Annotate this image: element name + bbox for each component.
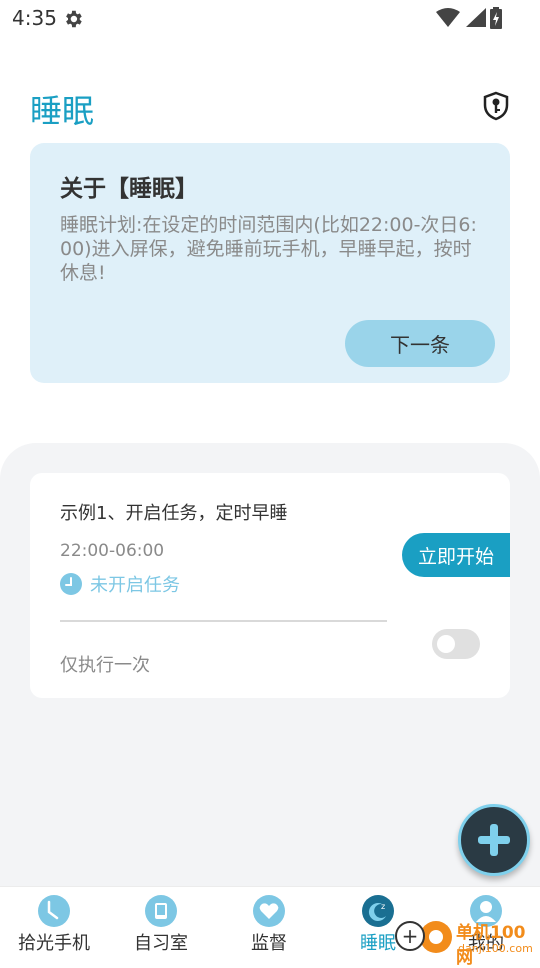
wifi-icon bbox=[436, 8, 460, 27]
task-title: 示例1、开启任务，定时早睡 bbox=[60, 503, 288, 524]
heart-icon bbox=[253, 895, 285, 927]
start-now-button[interactable]: 立即开始 bbox=[402, 533, 510, 577]
info-card: 关于【睡眠】 睡眠计划:在设定的时间范围内(比如22:00-次日6:00)进入屏… bbox=[30, 143, 510, 383]
shield-key-icon[interactable] bbox=[482, 91, 510, 121]
nav-item-supervise[interactable]: 监督 bbox=[215, 887, 323, 961]
clock-icon bbox=[60, 573, 82, 595]
info-card-description: 睡眠计划:在设定的时间范围内(比如22:00-次日6:00)进入屏保，避免睡前玩… bbox=[60, 214, 477, 284]
info-card-title: 关于【睡眠】 bbox=[60, 176, 198, 202]
task-time-range: 22:00-06:00 bbox=[60, 541, 165, 561]
status-time: 4:35 bbox=[12, 6, 57, 30]
plus-icon bbox=[478, 824, 510, 856]
watermark-plus-icon: + bbox=[395, 921, 425, 951]
nav-item-study-room[interactable]: 自习室 bbox=[107, 887, 215, 961]
task-card[interactable]: 示例1、开启任务，定时早睡 22:00-06:00 未开启任务 立即开始 仅执行… bbox=[30, 473, 510, 698]
nav-item-phone[interactable]: 拾光手机 bbox=[0, 887, 108, 961]
signal-icon bbox=[466, 8, 486, 27]
clock-icon bbox=[38, 895, 70, 927]
svg-text:z: z bbox=[381, 902, 385, 911]
task-repeat: 仅执行一次 bbox=[60, 655, 150, 676]
book-icon bbox=[145, 895, 177, 927]
status-bar: 4:35 bbox=[0, 0, 540, 36]
nav-label: 监督 bbox=[251, 933, 287, 954]
task-status: 未开启任务 bbox=[60, 571, 180, 597]
moon-icon: z bbox=[362, 895, 394, 927]
nav-label: 拾光手机 bbox=[18, 933, 90, 954]
next-tip-button[interactable]: 下一条 bbox=[345, 320, 495, 367]
battery-icon bbox=[490, 7, 502, 29]
add-task-button[interactable] bbox=[458, 804, 530, 876]
watermark-url: danji100.com bbox=[458, 942, 533, 955]
task-status-text: 未开启任务 bbox=[90, 575, 180, 596]
nav-label: 自习室 bbox=[134, 933, 188, 954]
task-toggle[interactable] bbox=[432, 629, 480, 659]
gear-icon bbox=[66, 10, 82, 28]
page-title: 睡眠 bbox=[30, 92, 95, 130]
divider bbox=[60, 620, 387, 622]
toggle-knob bbox=[437, 635, 455, 653]
